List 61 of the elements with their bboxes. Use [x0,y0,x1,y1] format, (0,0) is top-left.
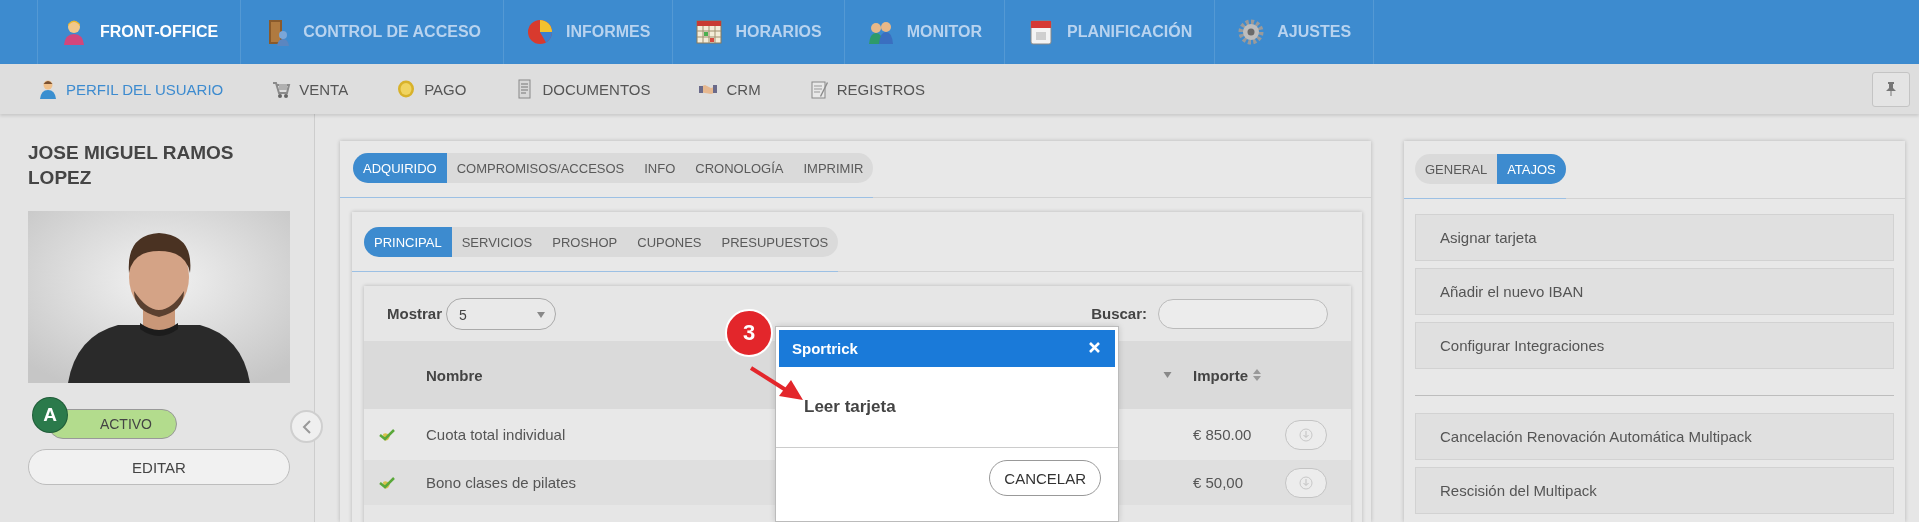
tab[interactable]: ATAJOS [1497,154,1566,184]
column-header[interactable]: Nombre [426,366,483,384]
pie-chart-icon [526,18,554,46]
page-size-select[interactable]: 5 [446,297,556,330]
check-icon [379,427,395,442]
check-icon [379,475,395,490]
tab[interactable]: PRINCIPAL [364,227,452,257]
sub-nav-item[interactable]: CRM [698,69,761,109]
tab[interactable]: PRESUPUESTOS [711,227,839,257]
table-cell: Cuota total individual [426,426,566,443]
search-field[interactable] [1158,298,1328,329]
search-label: Buscar: [1091,305,1147,322]
sub-nav-item[interactable]: REGISTROS [808,69,925,109]
tab[interactable]: CRONOLOGÍA [685,153,794,183]
tab[interactable]: ADQUIRIDO [353,153,447,183]
row-action-button[interactable] [1285,419,1327,450]
edit-button[interactable]: EDITAR [28,449,290,485]
dialog-message: Leer tarjeta [803,396,897,418]
tab[interactable]: SERVICIOS [451,227,543,257]
tab[interactable]: GENERAL [1415,154,1498,184]
shortcut-item[interactable]: Configurar Integraciones [1415,322,1894,369]
shortcut-item[interactable]: Añadir el nuevo IBAN [1415,268,1894,315]
sub-nav-item[interactable]: VENTA [271,69,349,109]
cancel-button[interactable]: CANCELAR [989,460,1101,496]
dialog-title: Sportrick [792,340,858,357]
cart-icon [271,79,292,99]
tab[interactable]: COMPROMISOS/ACCESOS [446,153,635,183]
caret-icon [537,311,545,318]
tab[interactable]: IMPRIMIR [793,153,874,183]
table-cell: Bono clases de pilates [426,474,577,491]
column-header[interactable]: Importe [1193,366,1261,384]
pin-button[interactable] [1872,71,1910,107]
shortcut-item[interactable]: Rescisión del Multipack [1415,467,1894,514]
table-cell-text: € 850.00 [1193,426,1253,443]
tab[interactable]: INFO [634,153,686,183]
download-icon [1299,475,1313,490]
close-icon [1089,341,1100,353]
sort-caret-icon [1163,372,1172,378]
sub-nav-item[interactable]: PAGO [396,69,467,109]
user-name: JOSE MIGUEL RAMOS LOPEZ [28,141,235,190]
table-cell-text: € 50,00 [1193,474,1245,491]
chevron-left-icon [301,419,312,434]
sub-nav-item[interactable]: PERFIL DEL USUARIO [38,69,224,109]
coin-icon [396,79,417,99]
notepad-icon [808,79,829,99]
avatar-badge: A [33,398,67,432]
pin-icon [1885,82,1897,96]
sort-icon [1253,369,1261,381]
tab[interactable]: PROSHOP [542,227,628,257]
gear-icon [1237,18,1266,46]
calendar-grid-icon [695,18,724,46]
tab[interactable]: CUPONES [627,227,712,257]
pointer-arrow [749,366,805,402]
sub-nav-item[interactable]: DOCUMENTOS [514,69,651,109]
row-action-button[interactable] [1285,467,1327,498]
person-icon [38,79,58,99]
shortcut-item[interactable]: Asignar tarjeta [1415,214,1894,261]
collapse-button[interactable] [290,410,323,443]
length-label: Mostrar [387,305,442,322]
download-icon [1299,427,1313,442]
shortcut-item[interactable]: Cancelación Renovación Automática Multipack [1415,413,1894,460]
